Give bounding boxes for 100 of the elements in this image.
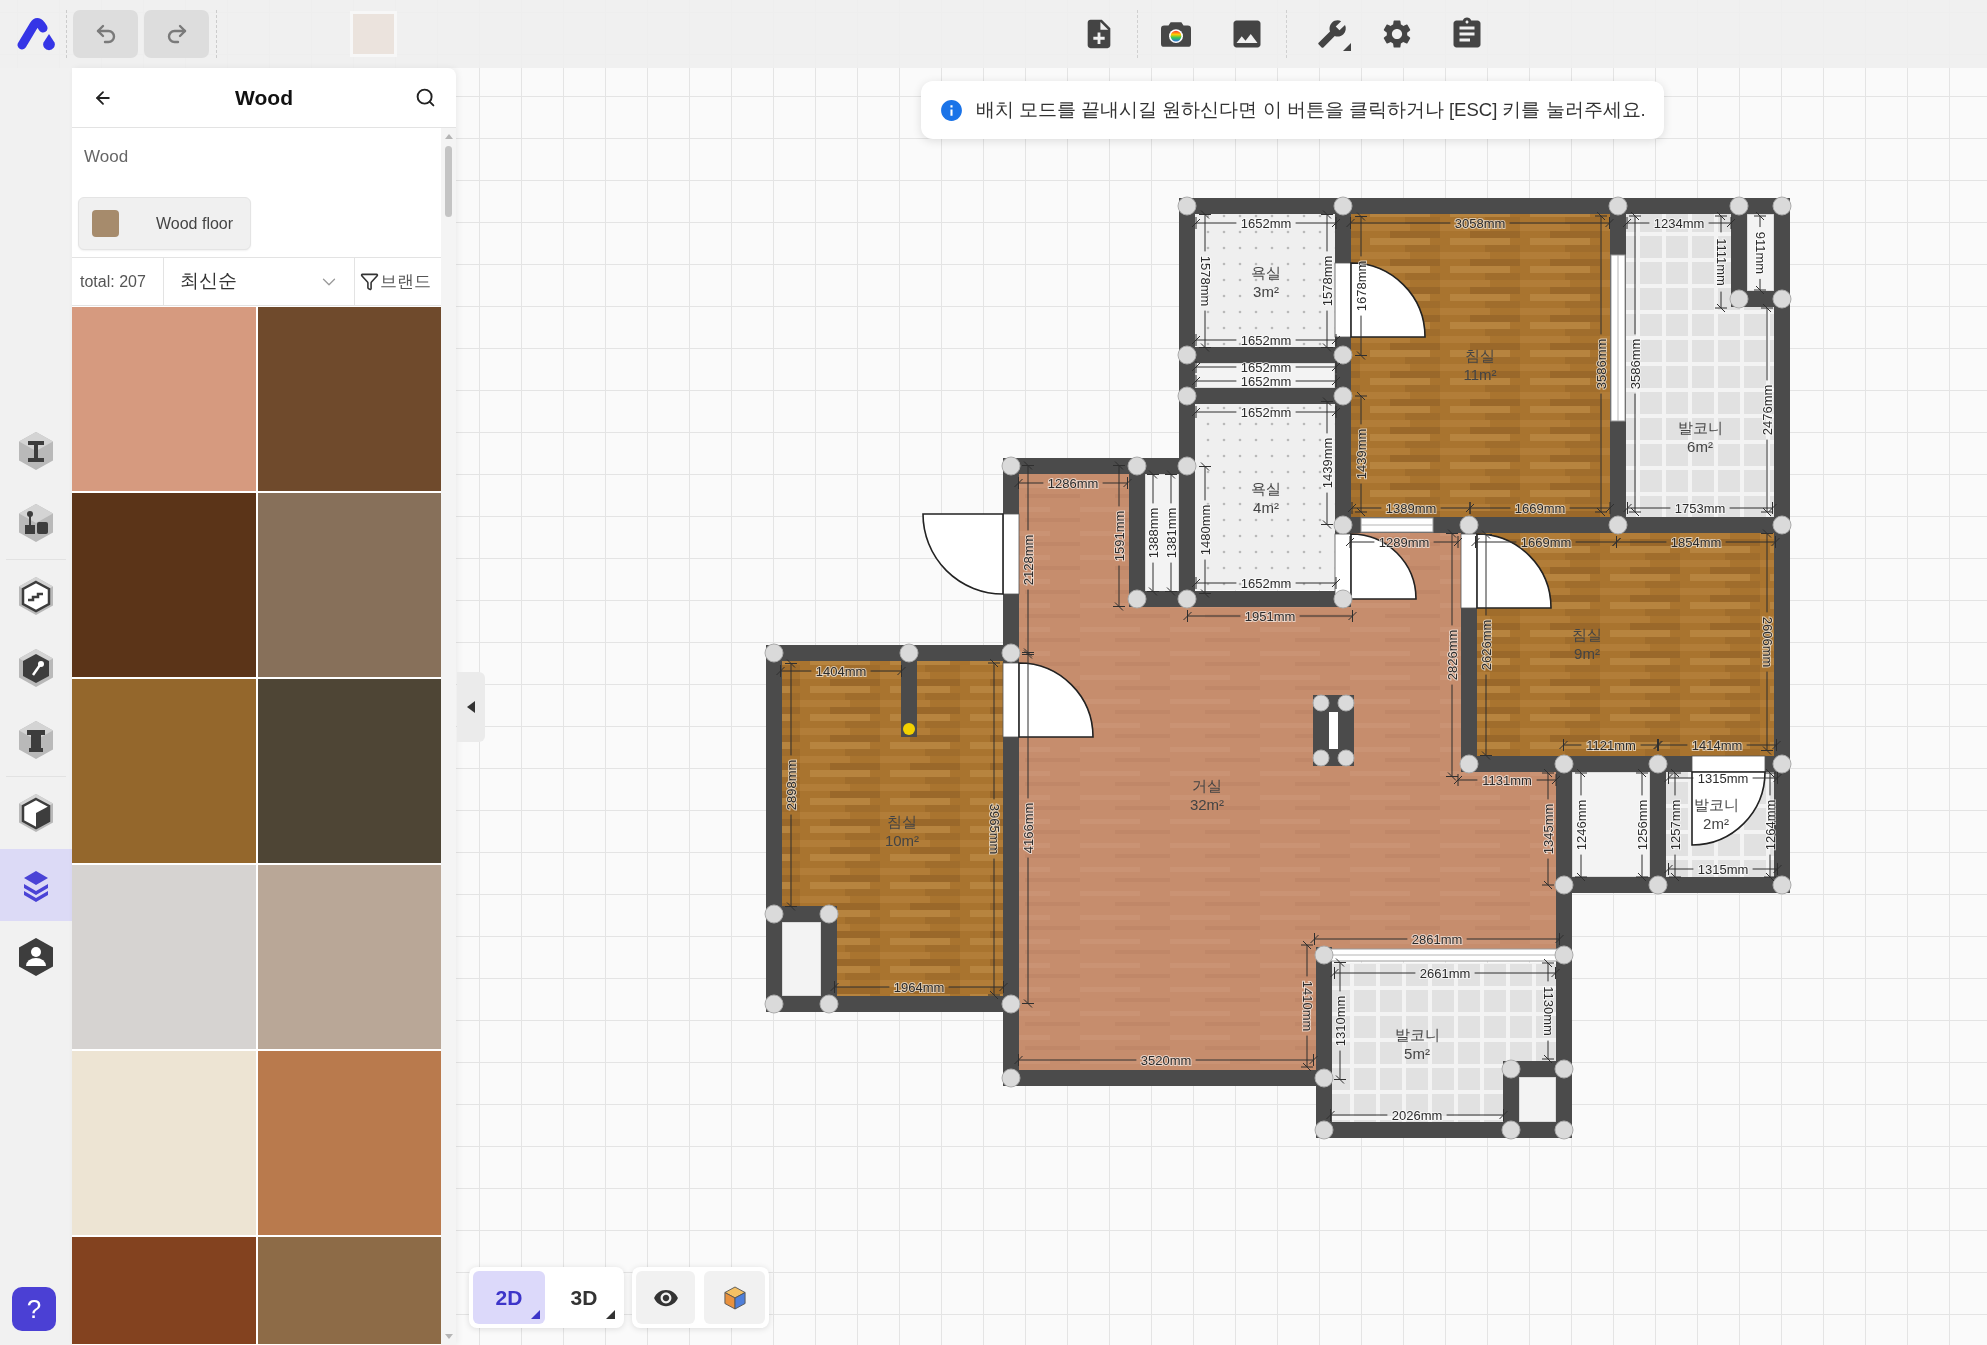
wall-handle[interactable] bbox=[1501, 1120, 1521, 1140]
wall-handle[interactable] bbox=[819, 994, 839, 1014]
sort-dropdown[interactable]: 최신순 bbox=[164, 258, 355, 305]
wall-handle[interactable] bbox=[1314, 1068, 1334, 1088]
texture-tile[interactable] bbox=[257, 307, 441, 491]
wall-handle[interactable] bbox=[1127, 589, 1147, 609]
wall-handle[interactable] bbox=[1314, 1120, 1334, 1140]
redo-button[interactable] bbox=[144, 10, 209, 58]
wall-handle[interactable] bbox=[1001, 456, 1021, 476]
dimension-label: 1246mm bbox=[1573, 799, 1589, 851]
dimension-label: 1652mm bbox=[1240, 332, 1292, 348]
dimension-label: 1286mm bbox=[1047, 475, 1099, 491]
dimension-label: 1678mm bbox=[1353, 260, 1369, 312]
wall-handle[interactable] bbox=[899, 643, 919, 663]
dimension-label: 1439mm bbox=[1319, 437, 1335, 489]
wall-handle[interactable] bbox=[1608, 515, 1628, 535]
dimension-label: 1480mm bbox=[1197, 504, 1213, 556]
visibility-button[interactable] bbox=[636, 1271, 695, 1324]
dimension-label: 1234mm bbox=[1653, 215, 1705, 231]
wall-handle[interactable] bbox=[1554, 754, 1574, 774]
wall-handle[interactable] bbox=[1177, 589, 1197, 609]
dimension-label: 2661mm bbox=[1419, 965, 1471, 981]
wall-handle[interactable] bbox=[1648, 754, 1668, 774]
logo-icon[interactable] bbox=[16, 17, 56, 51]
wall-handle[interactable] bbox=[1333, 345, 1353, 365]
texture-thumbnail bbox=[92, 210, 119, 237]
wall-handle[interactable] bbox=[1729, 196, 1749, 216]
panel-title: Wood bbox=[235, 84, 293, 111]
texture-tile[interactable] bbox=[72, 865, 256, 1049]
wall-handle[interactable] bbox=[1001, 1068, 1021, 1088]
wall-handle[interactable] bbox=[1337, 749, 1355, 767]
category-chip[interactable]: Wood floor bbox=[78, 197, 251, 250]
search-button[interactable] bbox=[414, 86, 436, 109]
dimension-label: 911mm bbox=[1752, 231, 1768, 275]
texture-tile[interactable] bbox=[72, 679, 256, 863]
view-mode-tab[interactable]: 2D bbox=[473, 1271, 545, 1324]
wall-handle[interactable] bbox=[1177, 456, 1197, 476]
wall-handle[interactable] bbox=[1554, 945, 1574, 965]
wall-handle[interactable] bbox=[1554, 1059, 1574, 1079]
texture-tile[interactable] bbox=[72, 493, 256, 677]
toast-message: 배치 모드를 끝내시길 원하신다면 이 버튼을 클릭하거나 [ESC] 키를 눌러주세요. bbox=[976, 98, 1646, 123]
wall-handle[interactable] bbox=[1772, 754, 1792, 774]
wall-handle[interactable] bbox=[1554, 1120, 1574, 1140]
texture-tile[interactable] bbox=[257, 1051, 441, 1235]
texture-tile[interactable] bbox=[257, 1237, 441, 1344]
texture-tile[interactable] bbox=[257, 679, 441, 863]
help-button[interactable]: ? bbox=[12, 1287, 56, 1331]
tool-button[interactable] bbox=[0, 849, 72, 921]
texture-tile[interactable] bbox=[72, 1237, 256, 1344]
wall-handle[interactable] bbox=[1772, 515, 1792, 535]
wall-handle[interactable] bbox=[1337, 694, 1355, 712]
wall-handle[interactable] bbox=[1001, 643, 1021, 663]
wall-handle[interactable] bbox=[1501, 1059, 1521, 1079]
wall-handle[interactable] bbox=[1333, 589, 1353, 609]
room-name: 발코니 bbox=[1394, 1025, 1440, 1043]
wall-handle[interactable] bbox=[764, 643, 784, 663]
texture-tile[interactable] bbox=[257, 865, 441, 1049]
wall-handle[interactable] bbox=[1772, 875, 1792, 895]
wall-handle[interactable] bbox=[1459, 515, 1479, 535]
wall-handle[interactable] bbox=[1459, 754, 1479, 774]
wall-handle[interactable] bbox=[764, 994, 784, 1014]
stairs-icon bbox=[16, 576, 56, 616]
caret-left-icon bbox=[467, 701, 475, 713]
dimension-label: 1257mm bbox=[1667, 799, 1683, 851]
color-swatch-icon[interactable] bbox=[350, 11, 397, 57]
dimension-label: 1410mm bbox=[1299, 980, 1315, 1032]
wall-handle[interactable] bbox=[1772, 196, 1792, 216]
wall-handle[interactable] bbox=[764, 904, 784, 924]
wall-handle[interactable] bbox=[1772, 289, 1792, 309]
undo-button[interactable] bbox=[73, 10, 138, 58]
texture-tile[interactable] bbox=[72, 307, 256, 491]
wall-handle[interactable] bbox=[1177, 196, 1197, 216]
texture-tile[interactable] bbox=[257, 493, 441, 677]
dimension-label: 1256mm bbox=[1634, 799, 1650, 851]
brand-filter-button[interactable]: 브랜드 bbox=[355, 258, 441, 305]
wall-handle[interactable] bbox=[1333, 386, 1353, 406]
dimension-label: 1652mm bbox=[1240, 373, 1292, 389]
wall-handle[interactable] bbox=[819, 904, 839, 924]
wall-handle[interactable] bbox=[1729, 289, 1749, 309]
dimension-label: 1345mm bbox=[1540, 803, 1556, 855]
wall-handle[interactable] bbox=[1127, 456, 1147, 476]
selected-handle[interactable] bbox=[903, 723, 915, 735]
wall-handle[interactable] bbox=[1314, 945, 1334, 965]
dimension-label: 1578mm bbox=[1197, 255, 1213, 307]
wall-handle[interactable] bbox=[1312, 749, 1330, 767]
room-name: 침실 bbox=[887, 812, 917, 830]
wall-handle[interactable] bbox=[1177, 386, 1197, 406]
wall-handle[interactable] bbox=[1001, 994, 1021, 1014]
wall-handle[interactable] bbox=[1554, 875, 1574, 895]
wall-handle[interactable] bbox=[1333, 515, 1353, 535]
scrollbar-thumb[interactable] bbox=[445, 146, 452, 217]
wall-handle[interactable] bbox=[1648, 875, 1668, 895]
wall-handle[interactable] bbox=[1312, 694, 1330, 712]
cube-view-button[interactable] bbox=[704, 1271, 765, 1324]
wall-handle[interactable] bbox=[1177, 345, 1197, 365]
texture-tile[interactable] bbox=[72, 1051, 256, 1235]
wall-handle[interactable] bbox=[1608, 196, 1628, 216]
dimension-label: 1130mm bbox=[1540, 986, 1556, 1036]
collapse-panel-tab[interactable] bbox=[457, 672, 485, 742]
wall-handle[interactable] bbox=[1333, 196, 1353, 216]
